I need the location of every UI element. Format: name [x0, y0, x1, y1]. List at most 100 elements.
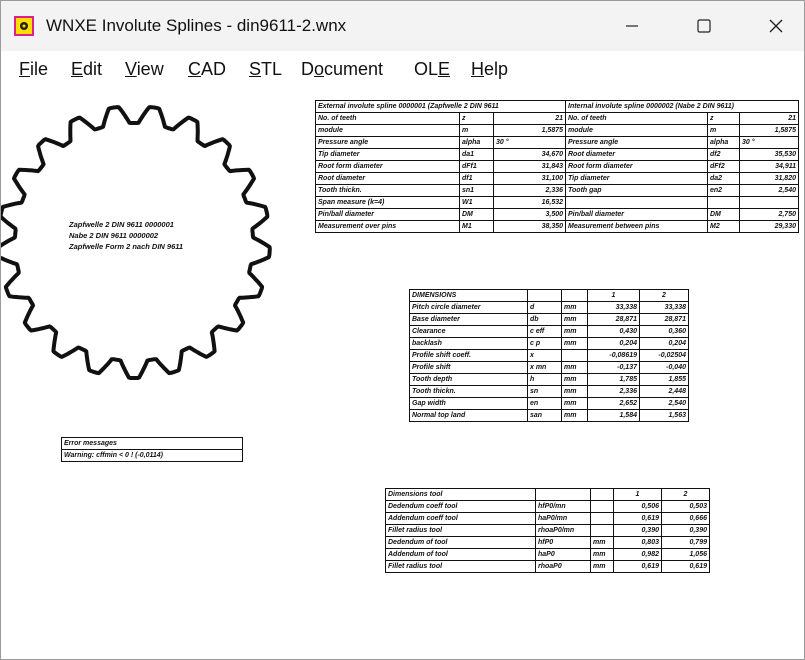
dimensions-cell: 2,540	[639, 397, 689, 410]
external-spline-cell: z	[459, 112, 494, 125]
external-spline-row: Root diameter df1 31,100	[315, 172, 567, 185]
tool-dimensions-cell: 0,982	[613, 548, 662, 561]
dimensions-cell: 0,360	[639, 325, 689, 338]
dimensions-cell: h	[527, 373, 562, 386]
dimensions-cell: 28,871	[639, 313, 689, 326]
menu-stl[interactable]: STL	[249, 59, 282, 80]
tool-dimensions-row: Addendum coeff tool haP0/mn 0,619 0,666	[385, 512, 710, 525]
external-spline-cell: 38,350	[492, 220, 567, 233]
tool-dimensions-cell: Addendum coeff tool	[385, 512, 536, 525]
close-button[interactable]	[753, 1, 799, 51]
internal-spline-cell: da2	[707, 172, 740, 185]
dimensions-cell: -0,040	[639, 361, 689, 374]
external-spline-cell: da1	[459, 148, 494, 161]
menu-cad[interactable]: CAD	[188, 59, 226, 80]
external-spline-row: Span measure (k=4) W1 16,532	[315, 196, 567, 209]
dimensions-header-cell: DIMENSIONS	[409, 289, 528, 302]
external-spline-cell: No. of teeth	[315, 112, 460, 125]
external-spline-cell: alpha	[459, 136, 494, 149]
menu-view[interactable]: View	[125, 59, 164, 80]
internal-spline-cell: alpha	[707, 136, 740, 149]
dimensions-table: DIMENSIONS 1 2 Pitch circle diameter d mm 33,3…	[409, 289, 689, 422]
internal-spline-cell: dFf2	[707, 160, 740, 173]
external-spline-cell: 31,100	[492, 172, 567, 185]
external-spline-cell: df1	[459, 172, 494, 185]
dimensions-cell: 2,448	[639, 385, 689, 398]
dimensions-row: Normal top land san mm 1,584 1,563	[409, 409, 689, 422]
warning-message: Warning: cffmin < 0 ! (-0,0114)	[61, 449, 243, 462]
tool-dimensions-cell: rhoaP0	[535, 560, 591, 573]
internal-spline-cell: Root form diameter	[565, 160, 708, 173]
maximize-button[interactable]	[681, 1, 727, 51]
title-bar[interactable]: WNXE Involute Splines - din9611-2.wnx	[1, 1, 804, 51]
wnxe-app-icon[interactable]	[14, 16, 34, 36]
internal-spline-cell: z	[707, 112, 740, 125]
minimize-icon	[626, 25, 638, 27]
internal-spline-cell: 34,911	[739, 160, 799, 173]
dimensions-cell: 0,204	[587, 337, 640, 350]
external-spline-row: Pressure angle alpha 30 °	[315, 136, 567, 149]
internal-spline-cell: 2,750	[739, 208, 799, 221]
dimensions-cell: Profile shift	[409, 361, 528, 374]
internal-spline-cell: m	[707, 124, 740, 137]
menu-help[interactable]: Help	[471, 59, 508, 80]
external-spline-cell: 30 °	[492, 136, 567, 149]
internal-spline-cell: Pin/ball diameter	[565, 208, 708, 221]
tool-dimensions-cell: 0,666	[661, 512, 710, 525]
internal-spline-row: Root form diameter dFf2 34,911	[565, 160, 799, 173]
tool-dimensions-header-cell: Dimensions tool	[385, 488, 536, 501]
dimensions-cell: Clearance	[409, 325, 528, 338]
external-spline-cell: 1,5875	[492, 124, 567, 137]
menu-file[interactable]: File	[19, 59, 48, 80]
minimize-button[interactable]	[609, 1, 655, 51]
close-icon	[769, 19, 783, 33]
dimensions-cell: en	[527, 397, 562, 410]
tool-dimensions-cell: Dedendum coeff tool	[385, 500, 536, 513]
external-spline-cell: Root form diameter	[315, 160, 460, 173]
dimensions-row: Profile shift coeff. x -0,08619 -0,02504	[409, 349, 689, 362]
external-spline-cell: 3,500	[492, 208, 567, 221]
tool-dimensions-row: Dedendum of tool hfP0 mm 0,803 0,799	[385, 536, 710, 549]
dimensions-header-cell	[527, 289, 562, 302]
external-spline-table: External involute spline 0000001 (Zapfwe…	[314, 100, 567, 233]
dimensions-cell: c eff	[527, 325, 562, 338]
external-spline-row: Tooth thickn. sn1 2,336	[315, 184, 567, 197]
gear-label-form: Zapfwelle Form 2 nach DIN 9611	[69, 242, 184, 251]
menu-edit[interactable]: Edit	[71, 59, 102, 80]
dimensions-cell: Base diameter	[409, 313, 528, 326]
internal-spline-cell: Pressure angle	[565, 136, 708, 149]
external-spline-cell: 34,670	[492, 148, 567, 161]
gear-label-shaft: Zapfwelle 2 DIN 9611 0000001	[69, 220, 174, 229]
drawing-canvas[interactable]: Zapfwelle 2 DIN 9611 0000001 Nabe 2 DIN …	[1, 87, 804, 659]
tool-dimensions-cell: rhoaP0/mn	[535, 524, 591, 537]
external-spline-cell: M1	[459, 220, 494, 233]
internal-spline-cell	[739, 196, 799, 209]
tool-dimensions-cell: haP0	[535, 548, 591, 561]
external-spline-cell: DM	[459, 208, 494, 221]
dimensions-header-row: DIMENSIONS 1 2	[409, 289, 689, 302]
error-messages-table: Error messages Warning: cffmin < 0 ! (-0…	[61, 437, 243, 462]
internal-spline-header: Internal involute spline 0000002 (Nabe 2…	[565, 100, 799, 113]
dimensions-cell: 1,563	[639, 409, 689, 422]
dimensions-cell: mm	[561, 301, 588, 314]
external-spline-cell: Tooth thickn.	[315, 184, 460, 197]
external-spline-row: No. of teeth z 21	[315, 112, 567, 125]
external-spline-row: Root form diameter dFf1 31,843	[315, 160, 567, 173]
dimensions-cell: Normal top land	[409, 409, 528, 422]
internal-spline-table: Internal involute spline 0000002 (Nabe 2…	[565, 100, 799, 233]
error-messages-header: Error messages	[61, 437, 243, 450]
internal-spline-row: Tip diameter da2 31,820	[565, 172, 799, 185]
tool-dimensions-cell: 0,619	[613, 560, 662, 573]
tool-dimensions-header-cell: 2	[661, 488, 710, 501]
internal-spline-cell	[707, 196, 740, 209]
tool-dimensions-cell: 0,390	[661, 524, 710, 537]
dimensions-row: Tooth thickn. sn mm 2,336 2,448	[409, 385, 689, 398]
dimensions-cell: 0,430	[587, 325, 640, 338]
tool-dimensions-cell: Addendum of tool	[385, 548, 536, 561]
menu-ole[interactable]: OLE	[414, 59, 450, 80]
maximize-icon	[697, 19, 711, 33]
window-title: WNXE Involute Splines - din9611-2.wnx	[46, 16, 347, 35]
menu-document[interactable]: Document	[301, 59, 383, 80]
dimensions-row: backlash c p mm 0,204 0,204	[409, 337, 689, 350]
dimensions-cell: 1,785	[587, 373, 640, 386]
